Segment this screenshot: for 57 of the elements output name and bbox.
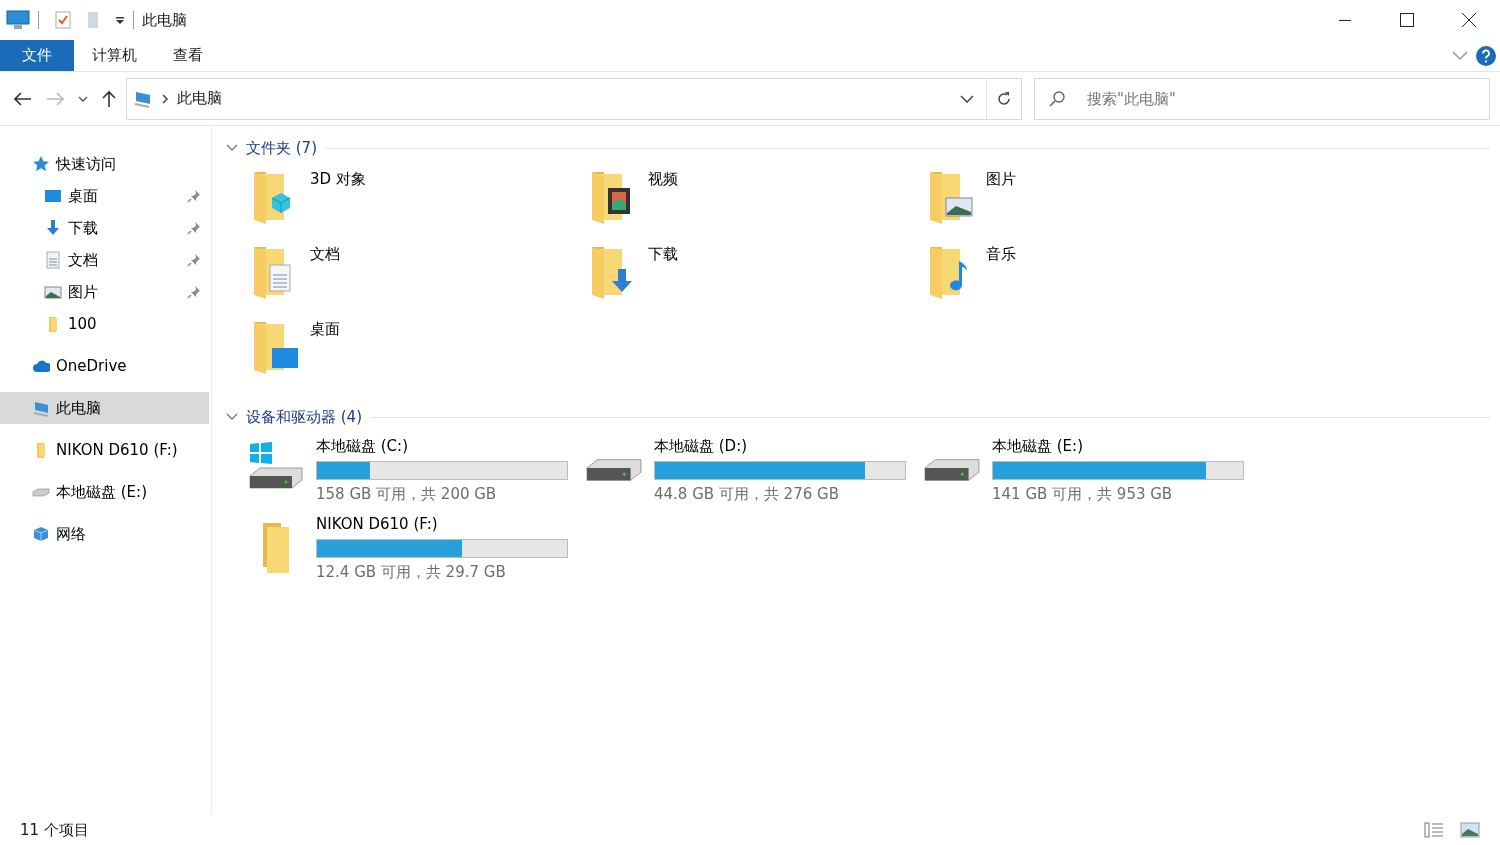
refresh-icon [995, 89, 1013, 108]
dropdown-icon[interactable] [115, 15, 125, 25]
nav-item[interactable]: 桌面 [0, 180, 209, 212]
monitor-icon [44, 187, 62, 205]
section-header[interactable]: 设备和驱动器 (4) [246, 405, 362, 429]
drive-item[interactable]: NIKON D610 (F:) 12.4 GB 可用，共 29.7 GB [246, 509, 584, 587]
window-title: 此电脑 [142, 9, 187, 31]
nav-item[interactable]: 网络 [0, 518, 209, 550]
properties-icon[interactable] [55, 11, 71, 29]
nav-item[interactable]: 本地磁盘 (E:) [0, 476, 209, 508]
search-field[interactable]: 搜索"此电脑" [1034, 77, 1490, 120]
folder-item[interactable]: 图片 [922, 162, 1260, 237]
folder-item[interactable]: 3D 对象 [246, 162, 584, 237]
nav-item[interactable]: 此电脑 [0, 392, 209, 424]
nav-item[interactable]: 下载 [0, 212, 209, 244]
computer-icon [6, 10, 30, 30]
nav-item[interactable]: 图片 [0, 276, 209, 308]
folder-item[interactable]: 文档 [246, 237, 584, 312]
folder-item[interactable]: 视频 [584, 162, 922, 237]
folder-icon [262, 522, 290, 574]
folder-item[interactable]: 下载 [584, 237, 922, 312]
ribbon-tab[interactable]: 计算机 [74, 40, 155, 71]
document-icon [44, 251, 62, 269]
nav-item[interactable]: 文档 [0, 244, 209, 276]
item-count: 11 个项目 [20, 819, 89, 841]
nav-item[interactable]: OneDrive [0, 350, 209, 382]
breadcrumb[interactable]: 此电脑 [177, 87, 222, 110]
down-arrow-icon [44, 219, 62, 237]
nav-item[interactable]: NIKON D610 (F:) [0, 434, 209, 466]
collapse-icon[interactable] [226, 413, 238, 421]
star-icon [32, 155, 50, 173]
folder-item[interactable]: 桌面 [246, 312, 584, 387]
drive-icon [32, 487, 50, 497]
network-icon [32, 525, 50, 543]
address-bar[interactable]: 此电脑 [126, 77, 1022, 120]
nav-item[interactable]: 100 [0, 308, 209, 340]
hard-drive-icon [924, 458, 980, 482]
drive-item[interactable]: 本地磁盘 (E:) 141 GB 可用，共 953 GB [922, 431, 1260, 509]
section-header[interactable]: 文件夹 (7) [246, 136, 317, 160]
expand-ribbon-icon[interactable] [1452, 50, 1468, 61]
help-icon[interactable] [1476, 45, 1496, 66]
minimize-icon [1339, 19, 1351, 21]
maximize-icon [1400, 13, 1414, 27]
ribbon-tab[interactable]: 文件 [0, 40, 74, 71]
close-icon [1462, 13, 1476, 27]
computer-icon [133, 89, 153, 108]
picture-icon [44, 283, 62, 301]
folder-item[interactable]: 音乐 [922, 237, 1260, 312]
drive-item[interactable]: 本地磁盘 (D:) 44.8 GB 可用，共 276 GB [584, 431, 922, 509]
computer-icon [32, 399, 50, 417]
drive-item[interactable]: 本地磁盘 (C:) 158 GB 可用，共 200 GB [246, 431, 584, 509]
hard-drive-icon [586, 458, 642, 482]
ribbon-tab[interactable]: 查看 [155, 40, 221, 71]
large-icons-view-icon[interactable] [1460, 822, 1480, 838]
collapse-icon[interactable] [226, 144, 238, 152]
nav-item[interactable]: 快速访问 [0, 148, 209, 180]
chevron-icon [161, 93, 169, 104]
